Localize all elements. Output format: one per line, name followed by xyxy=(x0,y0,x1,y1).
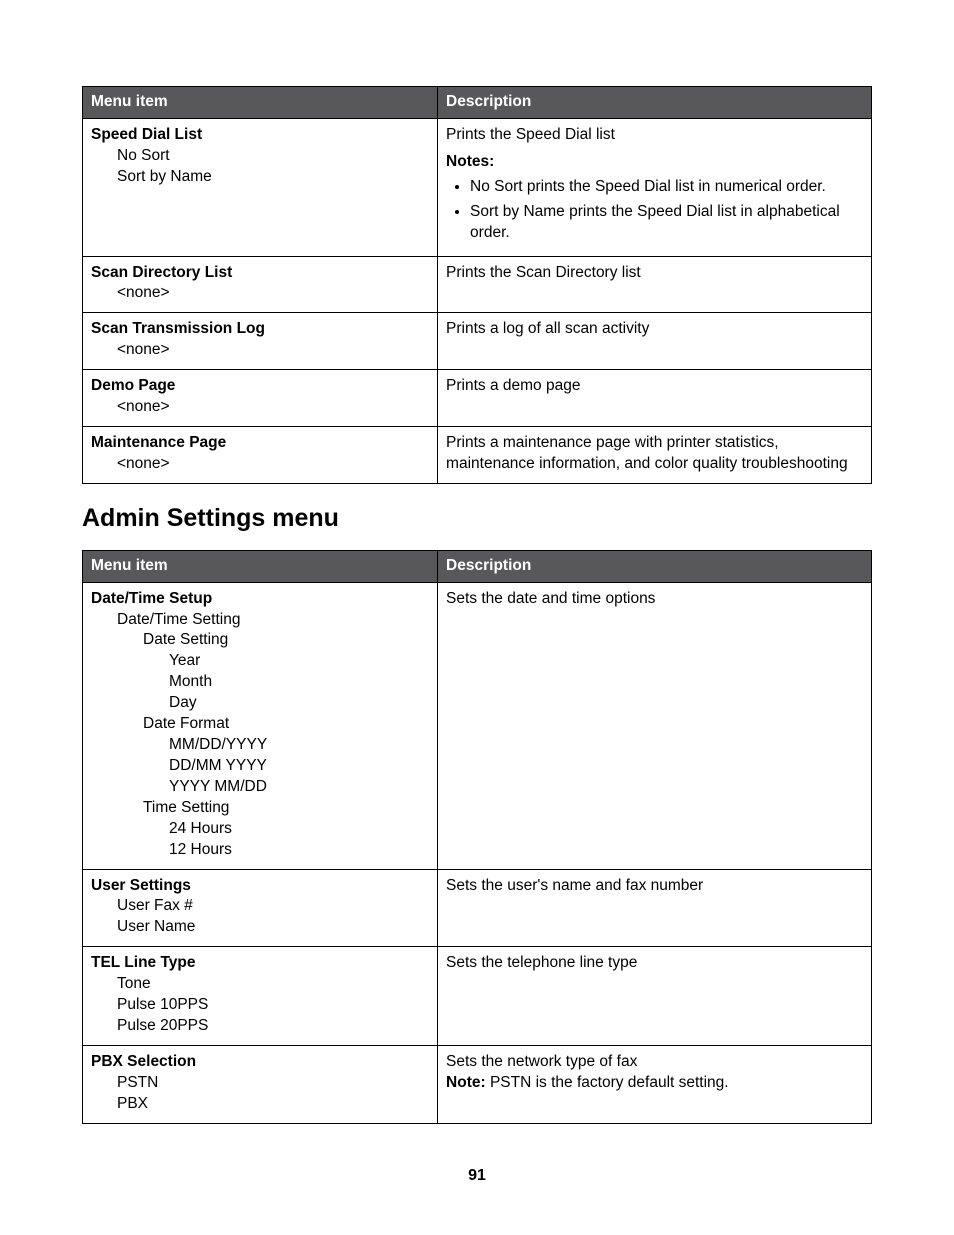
menu-item-option: PBX xyxy=(91,1094,429,1115)
notes-label: Notes: xyxy=(446,152,863,173)
menu-item-option: No Sort xyxy=(91,146,429,167)
menu-item-option: 12 Hours xyxy=(91,840,429,861)
menu-item-cell: PBX Selection PSTN PBX xyxy=(83,1046,438,1124)
menu-item-title: Maintenance Page xyxy=(91,434,226,451)
menu-item-option: User Name xyxy=(91,917,429,938)
menu-item-cell: Scan Directory List <none> xyxy=(83,256,438,313)
menu-item-option: User Fax # xyxy=(91,896,429,917)
description-cell: Prints the Speed Dial list Notes: No Sor… xyxy=(438,118,872,256)
table-row: Maintenance Page <none> Prints a mainten… xyxy=(83,427,872,484)
menu-item-cell: User Settings User Fax # User Name xyxy=(83,869,438,947)
description-cell: Sets the network type of fax Note: PSTN … xyxy=(438,1046,872,1124)
note-text: PSTN is the factory default setting. xyxy=(486,1074,729,1091)
menu-item-option: DD/MM YYYY xyxy=(91,756,429,777)
table-row: PBX Selection PSTN PBX Sets the network … xyxy=(83,1046,872,1124)
note-item: Sort by Name prints the Speed Dial list … xyxy=(470,202,863,244)
note-item: No Sort prints the Speed Dial list in nu… xyxy=(470,177,863,198)
section-heading-admin-settings: Admin Settings menu xyxy=(82,502,872,536)
menu-item-option: Date/Time Setting xyxy=(91,610,429,631)
menu-item-title: User Settings xyxy=(91,877,191,894)
page-number: 91 xyxy=(0,1165,954,1187)
menu-item-option: <none> xyxy=(91,397,429,418)
menu-item-title: TEL Line Type xyxy=(91,954,196,971)
table-row: Scan Transmission Log <none> Prints a lo… xyxy=(83,313,872,370)
table-row: Scan Directory List <none> Prints the Sc… xyxy=(83,256,872,313)
menu-item-title: Scan Directory List xyxy=(91,264,232,281)
col-header-menu-item: Menu item xyxy=(83,87,438,119)
document-page: Menu item Description Speed Dial List No… xyxy=(0,0,954,1235)
col-header-menu-item: Menu item xyxy=(83,550,438,582)
menu-item-option: Day xyxy=(91,693,429,714)
table-row: User Settings User Fax # User Name Sets … xyxy=(83,869,872,947)
description-cell: Sets the telephone line type xyxy=(438,947,872,1046)
menu-item-option: Pulse 10PPS xyxy=(91,995,429,1016)
menu-item-cell: Demo Page <none> xyxy=(83,370,438,427)
menu-item-option: PSTN xyxy=(91,1073,429,1094)
menu-item-option: Pulse 20PPS xyxy=(91,1016,429,1037)
menu-item-title: Date/Time Setup xyxy=(91,590,212,607)
menu-item-option: Time Setting xyxy=(91,798,429,819)
description-cell: Prints a log of all scan activity xyxy=(438,313,872,370)
description-text: Prints the Speed Dial list xyxy=(446,126,615,143)
menu-table-reports: Menu item Description Speed Dial List No… xyxy=(82,86,872,484)
menu-item-option: <none> xyxy=(91,340,429,361)
table-row: TEL Line Type Tone Pulse 10PPS Pulse 20P… xyxy=(83,947,872,1046)
description-cell: Prints the Scan Directory list xyxy=(438,256,872,313)
table-row: Demo Page <none> Prints a demo page xyxy=(83,370,872,427)
menu-item-option: <none> xyxy=(91,283,429,304)
table-row: Speed Dial List No Sort Sort by Name Pri… xyxy=(83,118,872,256)
menu-item-option: Tone xyxy=(91,974,429,995)
menu-item-cell: Date/Time Setup Date/Time Setting Date S… xyxy=(83,582,438,869)
menu-item-option: MM/DD/YYYY xyxy=(91,735,429,756)
menu-item-option: Sort by Name xyxy=(91,167,429,188)
col-header-description: Description xyxy=(438,87,872,119)
description-cell: Prints a maintenance page with printer s… xyxy=(438,427,872,484)
menu-item-title: PBX Selection xyxy=(91,1053,196,1070)
table-header-row: Menu item Description xyxy=(83,87,872,119)
table-header-row: Menu item Description xyxy=(83,550,872,582)
menu-item-option: <none> xyxy=(91,454,429,475)
menu-item-option: YYYY MM/DD xyxy=(91,777,429,798)
menu-item-cell: Speed Dial List No Sort Sort by Name xyxy=(83,118,438,256)
menu-item-title: Demo Page xyxy=(91,377,175,394)
menu-item-option: Date Setting xyxy=(91,630,429,651)
description-cell: Prints a demo page xyxy=(438,370,872,427)
menu-table-admin-settings: Menu item Description Date/Time Setup Da… xyxy=(82,550,872,1124)
notes-list: No Sort prints the Speed Dial list in nu… xyxy=(446,177,863,244)
description-text: Sets the network type of fax xyxy=(446,1053,637,1070)
menu-item-title: Scan Transmission Log xyxy=(91,320,265,337)
description-cell: Sets the user's name and fax number xyxy=(438,869,872,947)
menu-item-option: Date Format xyxy=(91,714,429,735)
description-cell: Sets the date and time options xyxy=(438,582,872,869)
menu-item-cell: Scan Transmission Log <none> xyxy=(83,313,438,370)
menu-item-option: Year xyxy=(91,651,429,672)
menu-item-option: 24 Hours xyxy=(91,819,429,840)
menu-item-option: Month xyxy=(91,672,429,693)
note-label: Note: xyxy=(446,1074,486,1091)
table-row: Date/Time Setup Date/Time Setting Date S… xyxy=(83,582,872,869)
menu-item-cell: TEL Line Type Tone Pulse 10PPS Pulse 20P… xyxy=(83,947,438,1046)
col-header-description: Description xyxy=(438,550,872,582)
menu-item-title: Speed Dial List xyxy=(91,126,202,143)
menu-item-cell: Maintenance Page <none> xyxy=(83,427,438,484)
